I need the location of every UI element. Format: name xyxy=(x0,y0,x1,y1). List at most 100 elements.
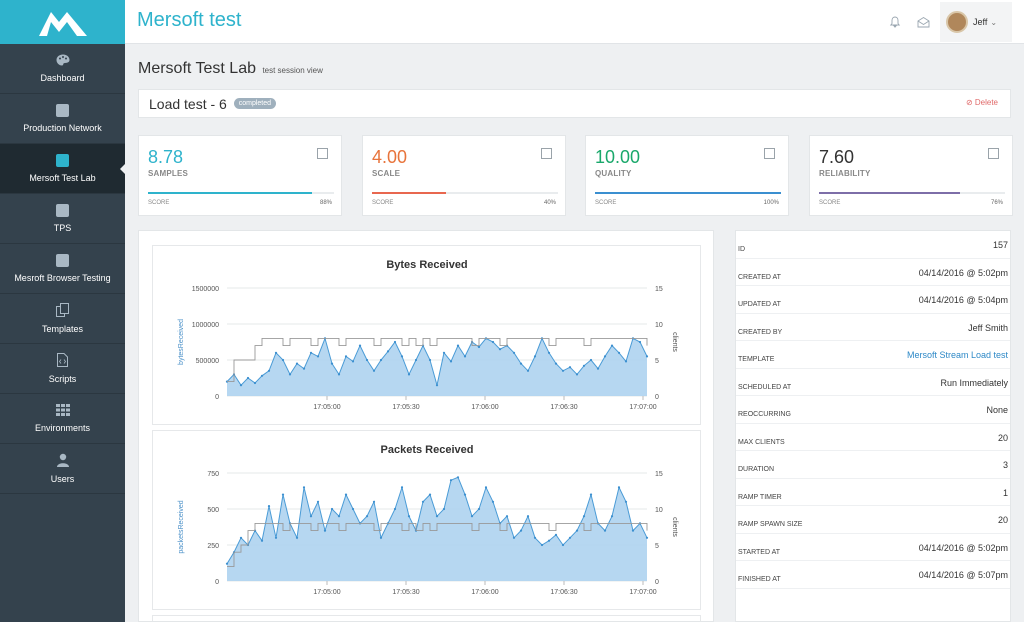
session-title-text: Load test - 6 xyxy=(149,96,227,112)
sidebar-item-environments[interactable]: Environments xyxy=(0,394,125,444)
data-point xyxy=(624,360,628,363)
data-point xyxy=(246,376,250,380)
data-point xyxy=(554,533,558,536)
mersoft-logo[interactable] xyxy=(0,0,125,44)
card-checkbox[interactable] xyxy=(317,148,328,159)
data-point xyxy=(498,348,502,351)
page-title-text: Mersoft Test Lab xyxy=(138,60,256,77)
data-point xyxy=(589,493,593,496)
detail-value[interactable]: Mersoft Stream Load test xyxy=(907,350,1008,360)
data-point xyxy=(372,369,376,372)
data-point xyxy=(288,373,292,376)
delete-button[interactable]: ⊘ Delete xyxy=(966,98,998,107)
bytes-chart-box: Bytes Received 1500000 1000000 500000 0 15 10 5… xyxy=(152,245,701,425)
detail-value: 04/14/2016 @ 5:04pm xyxy=(918,295,1008,305)
data-point xyxy=(463,493,467,496)
data-point xyxy=(603,529,607,532)
score-label: RELIABILITY xyxy=(819,169,871,178)
data-point xyxy=(449,360,453,363)
x-tick-label: 17:07:00 xyxy=(629,404,656,411)
data-point xyxy=(393,507,397,511)
data-point xyxy=(337,373,341,376)
data-point xyxy=(274,351,278,354)
data-point xyxy=(253,381,257,385)
data-point xyxy=(309,351,313,354)
packets-chart-box: Packets Received 750 500 250 0 15 10 5 0 packetsR… xyxy=(152,430,701,610)
data-point xyxy=(281,493,285,496)
data-point xyxy=(561,543,565,547)
data-point xyxy=(512,351,516,354)
sidebar-item-dashboard[interactable]: Dashboard xyxy=(0,44,125,94)
sidebar-item-label: Production Network xyxy=(23,123,102,133)
data-point xyxy=(456,344,460,347)
data-point xyxy=(400,486,404,489)
chevron-down-icon: ⌄ xyxy=(990,17,998,27)
bell-icon[interactable] xyxy=(886,13,904,31)
score-caption: SCORE xyxy=(595,200,617,206)
card-checkbox[interactable] xyxy=(764,148,775,159)
score-value: 8.78 xyxy=(148,147,184,167)
envelope-icon[interactable] xyxy=(914,13,932,31)
y2-axis-label: clients xyxy=(671,517,678,537)
sidebar-item-tps[interactable]: TPS xyxy=(0,194,125,244)
detail-row-finished-at: FINISHED AT 04/14/2016 @ 5:07pm xyxy=(736,561,1010,589)
score-progress-track xyxy=(372,192,558,194)
data-point xyxy=(260,539,264,542)
detail-key: CREATED AT xyxy=(738,273,781,281)
score-percent: 40% xyxy=(543,200,556,206)
data-point xyxy=(281,358,285,362)
detail-row-scheduled-at: SCHEDULED AT Run Immediately xyxy=(736,369,1010,396)
score-label: SCALE xyxy=(372,169,401,178)
sidebar-item-users[interactable]: Users xyxy=(0,444,125,494)
details-list: ID 157 CREATED AT 04/14/2016 @ 5:02pm UPDATE… xyxy=(736,231,1010,589)
score-progress-fill xyxy=(595,192,781,194)
data-point xyxy=(302,367,306,370)
data-point xyxy=(428,358,432,362)
square-icon xyxy=(56,104,69,117)
x-tick-label: 17:06:00 xyxy=(471,404,498,411)
grid-icon xyxy=(55,404,70,423)
bytes-received-chart: Bytes Received 1500000 1000000 500000 0 15 10 5… xyxy=(178,259,678,411)
data-point xyxy=(351,360,355,363)
data-point xyxy=(624,500,628,503)
detail-row-template: TEMPLATE Mersoft Stream Load test xyxy=(736,341,1010,369)
data-point xyxy=(512,536,516,539)
sidebar-item-scripts[interactable]: Scripts xyxy=(0,344,125,394)
data-point xyxy=(526,369,530,372)
chart-title: Packets Received xyxy=(381,444,474,456)
sidebar-item-mesroft-browser-testing[interactable]: Mesroft Browser Testing xyxy=(0,244,125,294)
file-code-icon xyxy=(57,353,68,374)
score-progress-fill xyxy=(372,192,447,194)
data-point xyxy=(295,362,299,365)
sidebar-item-mersoft-test-lab[interactable]: Mersoft Test Lab xyxy=(0,144,126,194)
score-percent: 88% xyxy=(319,200,332,206)
data-point xyxy=(617,486,621,489)
sidebar-item-label: Mesroft Browser Testing xyxy=(14,273,111,283)
sidebar-item-production-network[interactable]: Production Network xyxy=(0,94,125,144)
data-point xyxy=(260,374,264,377)
data-point xyxy=(365,515,369,518)
data-point xyxy=(645,355,649,358)
packets-received-chart: Packets Received 750 500 250 0 15 10 5 0 packetsR… xyxy=(178,444,678,596)
data-point xyxy=(323,529,327,532)
data-point xyxy=(386,350,390,353)
card-checkbox[interactable] xyxy=(541,148,552,159)
data-point xyxy=(239,536,243,539)
sidebar-nav: Dashboard Production Network Mersoft Test … xyxy=(0,44,126,494)
score-value: 10.00 xyxy=(595,147,641,167)
data-point xyxy=(568,366,572,369)
data-point xyxy=(610,344,614,347)
app-title: Mersoft test xyxy=(137,9,242,31)
user-menu[interactable]: Jeff ⌄ xyxy=(940,2,1012,42)
card-checkbox[interactable] xyxy=(988,148,999,159)
data-point xyxy=(407,515,411,518)
data-point xyxy=(547,351,551,354)
charts-panel: Bytes Received 1500000 1000000 500000 0 15 10 5… xyxy=(138,230,714,622)
data-point xyxy=(428,493,432,496)
detail-key: MAX CLIENTS xyxy=(738,438,785,446)
sidebar-item-templates[interactable]: Templates xyxy=(0,294,125,344)
session-title: Load test - 6 completed xyxy=(149,96,277,112)
data-point xyxy=(519,362,523,365)
top-bar: Mersoft test Jeff ⌄ xyxy=(125,0,1024,44)
palette-icon xyxy=(56,54,70,73)
